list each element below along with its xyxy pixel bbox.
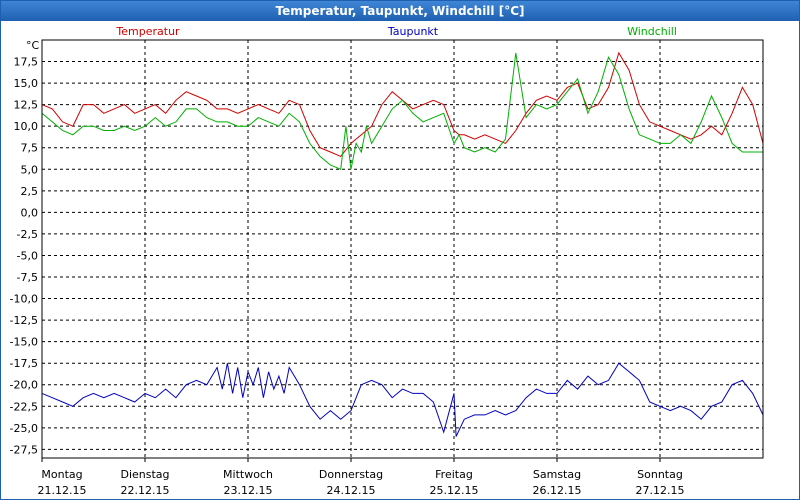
series-line-taupunkt [41,362,764,437]
x-tick-day: Sonntag [637,468,683,481]
x-tick-date: 24.12.15 [327,484,376,497]
x-tick-date: 26.12.15 [533,484,582,497]
y-tick-label: -22,5 [10,400,38,413]
x-tick-date: 25.12.15 [430,484,479,497]
y-tick-label: -20,0 [10,379,38,392]
y-tick-label: -17,5 [10,357,38,370]
y-axis-label: °C [26,39,40,52]
x-tick-day: Dienstag [120,468,169,481]
y-tick-label: 0,0 [21,206,39,219]
series-lines [41,51,764,437]
y-tick-label: -27,5 [10,443,38,456]
x-tick-day: Mittwoch [223,468,273,481]
y-tick-label: -5,0 [17,249,38,262]
y-tick-label: -7,5 [17,271,38,284]
x-tick-date: 22.12.15 [121,484,170,497]
x-tick-day: Freitag [435,468,473,481]
legend-entry-taupunkt: Taupunkt [387,25,439,38]
x-tick-day: Donnerstag [319,468,383,481]
y-tick-label: -2,5 [17,228,38,241]
y-tick-label: 2,5 [21,185,39,198]
legend: Temperatur Taupunkt Windchill [115,25,677,38]
y-tick-label: -25,0 [10,422,38,435]
y-tick-label: -15,0 [10,336,38,349]
x-tick-day: Montag [41,468,82,481]
y-tick-label: 17,5 [14,56,39,69]
chart-canvas: 17,5 15,0 12,5 10,0 7,5 5,0 2,5 0,0 -2,5 -5,0 -7,5… [10,25,764,497]
y-tick-label: 12,5 [14,99,39,112]
y-tick-label: -12,5 [10,314,38,327]
y-tick-label: 10,0 [14,120,39,133]
y-tick-label: -10,0 [10,293,38,306]
x-tick-date: 21.12.15 [38,484,87,497]
legend-entry-windchill: Windchill [627,25,677,38]
series-line-windchill [41,52,763,171]
y-axis-ticks: 17,5 15,0 12,5 10,0 7,5 5,0 2,5 0,0 -2,5 -5,0 -7,5… [10,56,38,457]
x-tick-date: 27.12.15 [636,484,685,497]
x-tick-date: 23.12.15 [224,484,273,497]
legend-entry-temperatur: Temperatur [115,25,180,38]
y-tick-label: 5,0 [21,163,39,176]
y-tick-label: 7,5 [21,142,39,155]
x-tick-day: Samstag [533,468,581,481]
y-tick-label: 15,0 [14,77,39,90]
x-axis-ticks: Montag 21.12.15 Dienstag 22.12.15 Mittwoch 23… [38,458,685,497]
